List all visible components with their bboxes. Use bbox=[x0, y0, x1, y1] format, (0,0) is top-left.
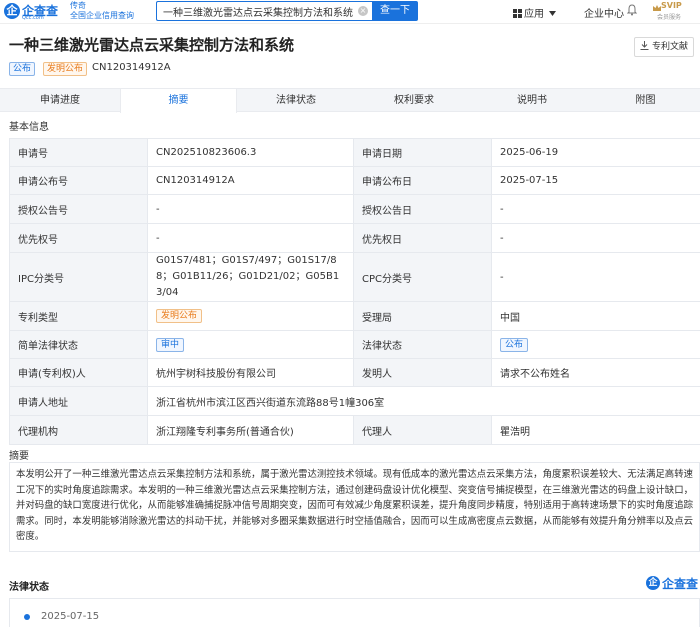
legal-status-heading: 法律状态 bbox=[9, 582, 49, 593]
table-row: 简单法律状态 审中 法律状态 公布 bbox=[9, 330, 700, 359]
logo-mark: 企 bbox=[4, 3, 20, 19]
label-agent: 代理人 bbox=[353, 415, 492, 445]
label-grant-date: 授权公告日 bbox=[353, 194, 492, 224]
value-cpc: - bbox=[491, 252, 700, 302]
top-bar: 企 企查查 Qcc.com 传奇 全国企业信用查询 × 查一下 应用 企业中心 … bbox=[0, 0, 700, 24]
patent-title: 一种三维激光雷达点云采集控制方法和系统 bbox=[9, 36, 295, 54]
value-application-date: 2025-06-19 bbox=[491, 138, 700, 167]
table-row: 申请号 CN202510823606.3 申请日期 2025-06-19 bbox=[9, 138, 700, 167]
timeline-dot bbox=[24, 614, 30, 620]
table-row: 授权公告号 - 授权公告日 - bbox=[9, 194, 700, 224]
label-publication-no: 申请公布号 bbox=[9, 166, 148, 195]
svip-sub-label: 会员服务 bbox=[657, 14, 682, 21]
nav-enterprise-center[interactable]: 企业中心 bbox=[584, 5, 624, 20]
abstract-text: 本发明公开了一种三维激光雷达点云采集控制方法和系统，属于激光雷达测控技术领域。现… bbox=[9, 462, 700, 552]
slogan-line-1: 传奇 bbox=[70, 1, 86, 10]
download-icon bbox=[640, 41, 649, 50]
table-row: 申请人地址 浙江省杭州市滨江区西兴街道东流路88号1幢306室 bbox=[9, 386, 700, 416]
value-priority-date: - bbox=[491, 223, 700, 253]
value-agent: 瞿浩明 bbox=[491, 415, 700, 445]
publication-number: CN120314912A bbox=[92, 62, 171, 73]
value-simple-legal-status-cell: 审中 bbox=[147, 330, 354, 359]
patent-type-badge: 发明公布 bbox=[156, 309, 203, 323]
watermark-logo-text: 企查查 bbox=[662, 577, 699, 591]
tag-invention-publication: 发明公布 bbox=[43, 62, 88, 76]
label-applicant: 申请(专利权)人 bbox=[9, 358, 148, 387]
label-inventor: 发明人 bbox=[353, 358, 492, 387]
basic-info-table: 申请号 CN202510823606.3 申请日期 2025-06-19 申请公… bbox=[9, 138, 700, 445]
label-application-no: 申请号 bbox=[9, 138, 148, 167]
watermark-logo-mark: 企 bbox=[646, 576, 660, 590]
svip-label: SVIP bbox=[661, 1, 682, 10]
abstract-heading: 摘要 bbox=[9, 451, 29, 462]
patent-document-label: 专利文献 bbox=[651, 42, 688, 52]
clear-icon[interactable]: × bbox=[358, 6, 368, 16]
label-priority-no: 优先权号 bbox=[9, 223, 148, 253]
nav-apps[interactable]: 应用 bbox=[513, 5, 557, 20]
bell-icon[interactable] bbox=[627, 4, 637, 16]
value-office: 中国 bbox=[491, 301, 700, 331]
table-row: 专利类型 发明公布 受理局 中国 bbox=[9, 301, 700, 331]
label-legal-status: 法律状态 bbox=[353, 330, 492, 359]
status-badge-published: 公布 bbox=[500, 337, 529, 352]
label-grant-no: 授权公告号 bbox=[9, 194, 148, 224]
table-row: 申请公布号 CN120314912A 申请公布日 2025-07-15 bbox=[9, 166, 700, 195]
label-ipc: IPC分类号 bbox=[9, 252, 148, 302]
status-badge-pending: 审中 bbox=[156, 337, 185, 352]
qcc-logo[interactable]: 企 企查查 Qcc.com bbox=[4, 2, 68, 22]
tag-published: 公布 bbox=[9, 62, 36, 76]
apps-grid-icon bbox=[513, 9, 522, 18]
label-agency: 代理机构 bbox=[9, 415, 148, 445]
table-row: IPC分类号 G01S7/481；G01S7/497；G01S17/88；G01… bbox=[9, 252, 700, 302]
legal-status-timeline bbox=[9, 598, 700, 627]
tab-description[interactable]: 说明书 bbox=[473, 89, 591, 112]
value-patent-type-cell: 发明公布 bbox=[147, 301, 354, 331]
value-publication-date: 2025-07-15 bbox=[491, 166, 700, 195]
label-publication-date: 申请公布日 bbox=[353, 166, 492, 195]
patent-document-button[interactable]: 专利文献 bbox=[634, 37, 694, 57]
tab-abstract[interactable]: 摘要 bbox=[120, 89, 237, 113]
svip-entry[interactable]: SVIP 会员服务 bbox=[652, 1, 682, 21]
value-applicant-address: 浙江省杭州市滨江区西兴街道东流路88号1幢306室 bbox=[147, 386, 700, 416]
caret-down-icon bbox=[549, 11, 557, 16]
value-legal-status-cell: 公布 bbox=[491, 330, 700, 359]
label-patent-type: 专利类型 bbox=[9, 301, 148, 331]
label-simple-legal-status: 简单法律状态 bbox=[9, 330, 148, 359]
search-input[interactable] bbox=[156, 1, 372, 21]
label-applicant-address: 申请人地址 bbox=[9, 386, 148, 416]
label-cpc: CPC分类号 bbox=[353, 252, 492, 302]
value-grant-date: - bbox=[491, 194, 700, 224]
applicant-link[interactable]: 杭州宇树科技股份有限公司 bbox=[147, 358, 354, 387]
slogan-line-2: 全国企业信用查询 bbox=[70, 11, 134, 20]
label-office: 受理局 bbox=[353, 301, 492, 331]
value-inventor: 请求不公布姓名 bbox=[491, 358, 700, 387]
logo-domain: Qcc.com bbox=[22, 15, 44, 21]
nav-apps-label: 应用 bbox=[524, 9, 544, 20]
search-button[interactable]: 查一下 bbox=[372, 1, 418, 21]
value-grant-no: - bbox=[147, 194, 354, 224]
qcc-watermark-logo: 企 企查查 bbox=[646, 575, 700, 593]
agency-link[interactable]: 浙江翔隆专利事务所(普通合伙) bbox=[147, 415, 354, 445]
table-row: 代理机构 浙江翔隆专利事务所(普通合伙) 代理人 瞿浩明 bbox=[9, 415, 700, 445]
value-ipc: G01S7/481；G01S7/497；G01S17/88；G01B11/26；… bbox=[147, 252, 354, 302]
basic-info-heading: 基本信息 bbox=[9, 122, 49, 133]
value-priority-no: - bbox=[147, 223, 354, 253]
table-row: 申请(专利权)人 杭州宇树科技股份有限公司 发明人 请求不公布姓名 bbox=[9, 358, 700, 387]
tab-application-progress[interactable]: 申请进度 bbox=[0, 89, 120, 112]
label-application-date: 申请日期 bbox=[353, 138, 492, 167]
tab-drawings[interactable]: 附图 bbox=[591, 89, 700, 112]
tab-claims[interactable]: 权利要求 bbox=[355, 89, 473, 112]
slogan: 传奇 全国企业信用查询 bbox=[70, 1, 134, 21]
table-row: 优先权号 - 优先权日 - bbox=[9, 223, 700, 253]
value-publication-no: CN120314912A bbox=[147, 166, 354, 195]
timeline-date: 2025-07-15 bbox=[41, 611, 100, 622]
label-priority-date: 优先权日 bbox=[353, 223, 492, 253]
value-application-no: CN202510823606.3 bbox=[147, 138, 354, 167]
tab-legal-status[interactable]: 法律状态 bbox=[237, 89, 355, 112]
tab-bar: 申请进度 摘要 法律状态 权利要求 说明书 附图 bbox=[0, 88, 700, 113]
